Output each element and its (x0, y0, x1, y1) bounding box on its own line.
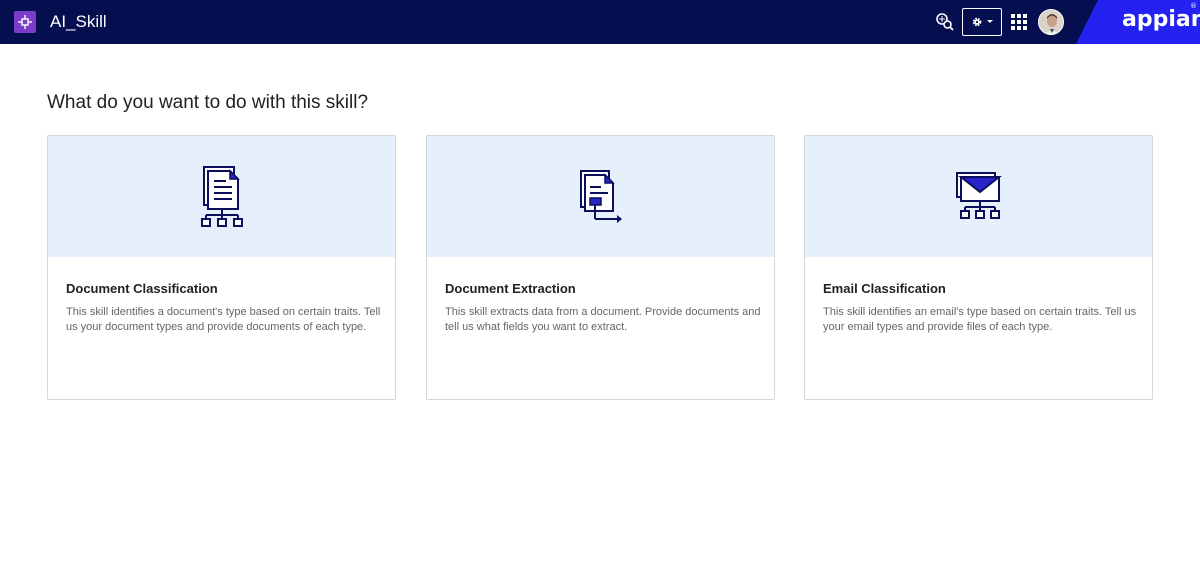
card-description: This skill identifies a document's type … (66, 306, 381, 333)
card-description: This skill identifies an email's type ba… (823, 306, 1137, 333)
grid-icon[interactable] (1010, 0, 1028, 44)
email-classification-card[interactable]: Email Classification This skill identifi… (804, 135, 1153, 400)
card-banner (427, 136, 774, 257)
email-classification-icon (955, 171, 1002, 219)
puzzle-icon[interactable] (14, 11, 36, 33)
card-title: Document Classification (66, 281, 218, 296)
gear-icon (972, 17, 981, 27)
page-heading: What do you want to do with this skill? (47, 92, 369, 113)
user-avatar[interactable] (1038, 9, 1064, 35)
card-title: Document Extraction (445, 281, 576, 296)
card-banner (48, 136, 395, 257)
registered-mark: ® (1190, 2, 1197, 10)
top-navigation-bar: AI_Skill appian ® (0, 0, 1200, 44)
document-classification-card[interactable]: Document Classification This skill ident… (47, 135, 396, 400)
caret-down-icon (986, 20, 993, 23)
card-title: Email Classification (823, 281, 946, 296)
document-classification-icon (200, 165, 243, 227)
card-description: This skill extracts data from a document… (445, 306, 761, 333)
card-banner (805, 136, 1152, 257)
app-title[interactable]: AI_Skill (50, 12, 107, 32)
document-extraction-card[interactable]: Document Extraction This skill extracts … (426, 135, 775, 400)
search-icon[interactable] (934, 0, 956, 44)
brand-logo[interactable]: appian (1122, 7, 1200, 32)
settings-menu-button[interactable] (962, 8, 1002, 36)
document-extraction-icon (579, 169, 622, 223)
